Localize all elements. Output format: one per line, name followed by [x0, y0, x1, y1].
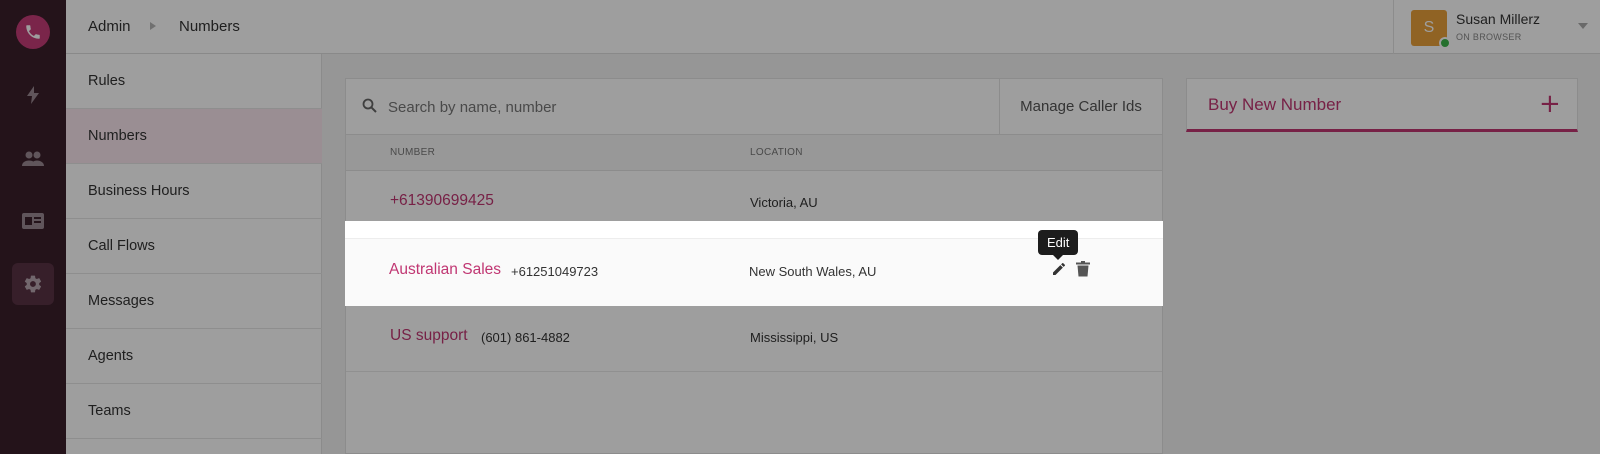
search-icon: [362, 98, 377, 118]
subnav-item-label: Messages: [88, 293, 155, 309]
lightning-icon[interactable]: [12, 74, 54, 116]
number-name[interactable]: US support: [390, 327, 468, 345]
column-header-location: LOCATION: [750, 147, 803, 158]
number-name[interactable]: +61390699425: [390, 192, 494, 210]
avatar: S: [1411, 10, 1451, 49]
edit-pencil-icon[interactable]: [1051, 261, 1067, 277]
number-location: Mississippi, US: [750, 330, 839, 345]
subnav-item-label: Rules: [88, 73, 126, 89]
settings-icon[interactable]: [12, 263, 54, 305]
top-bar: Admin Numbers S Susan Millerz ON BROWSER: [66, 0, 1600, 54]
number-location: Victoria, AU: [750, 195, 818, 210]
table-header: NUMBER LOCATION: [346, 135, 1162, 171]
buy-new-number-button[interactable]: Buy New Number +: [1186, 78, 1578, 132]
contact-card-icon[interactable]: [12, 200, 54, 242]
subnav-item-agents[interactable]: Agents: [66, 329, 322, 384]
admin-subnav: Rules Numbers Business Hours Call Flows …: [66, 54, 322, 454]
people-icon[interactable]: [12, 138, 54, 180]
subnav-item-call-flows[interactable]: Call Flows: [66, 219, 322, 274]
breadcrumb-separator-icon: [150, 22, 156, 30]
column-header-number: NUMBER: [390, 147, 436, 158]
subnav-item-messages[interactable]: Messages: [66, 274, 322, 329]
edit-tooltip: Edit: [1038, 230, 1079, 260]
subnav-item-label: Teams: [88, 403, 131, 419]
manage-caller-ids-button[interactable]: Manage Caller Ids: [999, 79, 1162, 134]
subnav-item-teams[interactable]: Teams: [66, 384, 322, 439]
icon-rail: [0, 0, 66, 454]
phone-number: +61251049723: [511, 264, 599, 279]
chevron-down-icon[interactable]: [1578, 23, 1588, 29]
avatar-initial: S: [1423, 19, 1435, 36]
breadcrumb-current: Numbers: [179, 18, 240, 35]
search-input[interactable]: [388, 91, 928, 123]
subnav-item-label: Agents: [88, 348, 134, 364]
buy-new-number-label: Buy New Number: [1208, 95, 1342, 114]
trash-icon[interactable]: [1076, 261, 1090, 277]
phone-logo-icon[interactable]: [16, 15, 50, 49]
breadcrumb-admin[interactable]: Admin: [88, 18, 131, 35]
online-status-icon: [1439, 37, 1451, 49]
table-row[interactable]: US support (601) 861-4882 Mississippi, U…: [346, 305, 1162, 372]
subnav-item-label: Numbers: [88, 128, 147, 144]
subnav-item-label: Business Hours: [88, 183, 190, 199]
user-status: ON BROWSER: [1456, 32, 1522, 42]
search-bar: Manage Caller Ids: [346, 79, 1162, 135]
subnav-item-numbers[interactable]: Numbers: [66, 109, 322, 164]
subnav-item-label: Call Flows: [88, 238, 155, 254]
manage-caller-ids-label: Manage Caller Ids: [1020, 98, 1142, 115]
user-menu[interactable]: S Susan Millerz ON BROWSER: [1393, 0, 1600, 54]
number-name[interactable]: Australian Sales: [389, 261, 501, 279]
user-name: Susan Millerz: [1456, 11, 1541, 27]
number-location: New South Wales, AU: [749, 264, 877, 279]
subnav-item-business-hours[interactable]: Business Hours: [66, 164, 322, 219]
phone-number: (601) 861-4882: [481, 330, 570, 345]
subnav-item-rules[interactable]: Rules: [66, 54, 322, 109]
plus-icon: +: [1539, 89, 1561, 119]
